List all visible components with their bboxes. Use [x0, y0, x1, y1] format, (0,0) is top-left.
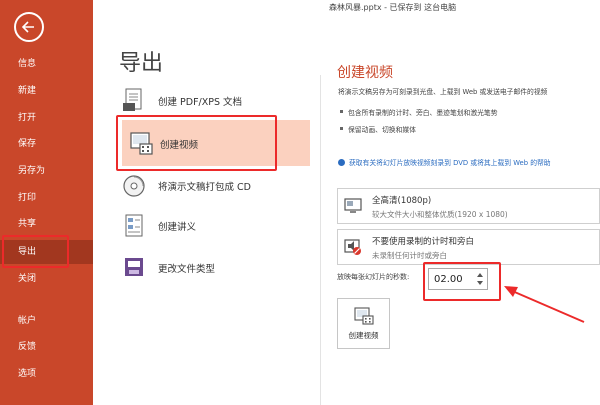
export-highlight-box	[2, 235, 69, 268]
sidebar: 信息 新建 打开 保存 另存为 打印 共享 导出 关闭 帐户 反馈 选项	[0, 0, 93, 405]
create-video-title: 创建视频	[337, 65, 393, 81]
export-option-package-cd[interactable]: 将演示文稿打包成 CD	[122, 171, 272, 201]
create-video-highlight-box	[116, 115, 277, 171]
create-video-description: 将演示文稿另存为可刻录到光盘、上载到 Web 或发送电子邮件的视频	[338, 88, 548, 96]
seconds-per-slide-label: 放映每张幻灯片的秒数:	[337, 273, 410, 281]
timing-subtitle: 未录制任何计时或旁白	[372, 251, 447, 260]
export-option-pdf-xps[interactable]: 创建 PDF/XPS 文档	[122, 86, 272, 116]
sidebar-item-save-as[interactable]: 另存为	[0, 159, 93, 183]
divider	[320, 75, 321, 405]
export-option-label: 创建 PDF/XPS 文档	[158, 97, 243, 108]
export-option-change-file-type[interactable]: 更改文件类型	[122, 253, 272, 283]
handout-icon	[125, 214, 143, 237]
pdf-document-icon	[123, 88, 142, 111]
create-video-button-label: 创建视频	[348, 331, 379, 340]
create-video-button[interactable]: 创建视频	[337, 298, 390, 349]
back-button[interactable]	[14, 12, 44, 42]
quality-subtitle: 较大文件大小和整体优质(1920 x 1080)	[372, 210, 508, 219]
feature-bullet: 包含所有录制的计时、旁白、墨迹笔划和激光笔势	[340, 109, 498, 117]
sidebar-item-options[interactable]: 选项	[0, 362, 93, 386]
narration-icon	[344, 239, 361, 255]
cd-icon	[123, 175, 145, 197]
file-type-icon	[125, 258, 143, 276]
back-arrow-icon	[21, 21, 34, 33]
timing-title: 不要使用录制的计时和旁白	[372, 237, 475, 247]
help-icon	[338, 159, 345, 166]
sidebar-item-feedback[interactable]: 反馈	[0, 335, 93, 359]
sidebar-item-info[interactable]: 信息	[0, 52, 93, 76]
sidebar-item-share[interactable]: 共享	[0, 212, 93, 236]
timing-dropdown[interactable]: 不要使用录制的计时和旁白 未录制任何计时或旁白	[337, 229, 600, 265]
sidebar-item-open[interactable]: 打开	[0, 106, 93, 130]
help-link[interactable]: 获取有关将幻灯片放映视频刻录到 DVD 或将其上载到 Web 的帮助	[338, 157, 551, 167]
page-title: 导出	[119, 51, 164, 76]
red-arrow-annotation	[504, 286, 585, 323]
seconds-highlight-box	[423, 262, 501, 301]
export-option-label: 创建讲义	[158, 222, 197, 233]
document-title: 森林风暴.pptx - 已保存到 这台电脑	[329, 3, 457, 12]
quality-title: 全高清(1080p)	[372, 196, 432, 206]
video-icon	[354, 307, 374, 325]
sidebar-item-save[interactable]: 保存	[0, 132, 93, 156]
export-option-handouts[interactable]: 创建讲义	[122, 211, 272, 241]
monitor-quality-icon	[344, 198, 362, 213]
sidebar-item-close[interactable]: 关闭	[0, 267, 93, 291]
sidebar-item-new[interactable]: 新建	[0, 79, 93, 103]
sidebar-item-account[interactable]: 帐户	[0, 309, 93, 333]
export-option-label: 更改文件类型	[158, 264, 216, 275]
quality-dropdown[interactable]: 全高清(1080p) 较大文件大小和整体优质(1920 x 1080)	[337, 188, 600, 224]
export-option-label: 将演示文稿打包成 CD	[158, 182, 251, 193]
sidebar-item-print[interactable]: 打印	[0, 186, 93, 210]
feature-bullet: 保留动画、切换和媒体	[340, 126, 416, 134]
help-link-text: 获取有关将幻灯片放映视频刻录到 DVD 或将其上载到 Web 的帮助	[349, 159, 551, 167]
